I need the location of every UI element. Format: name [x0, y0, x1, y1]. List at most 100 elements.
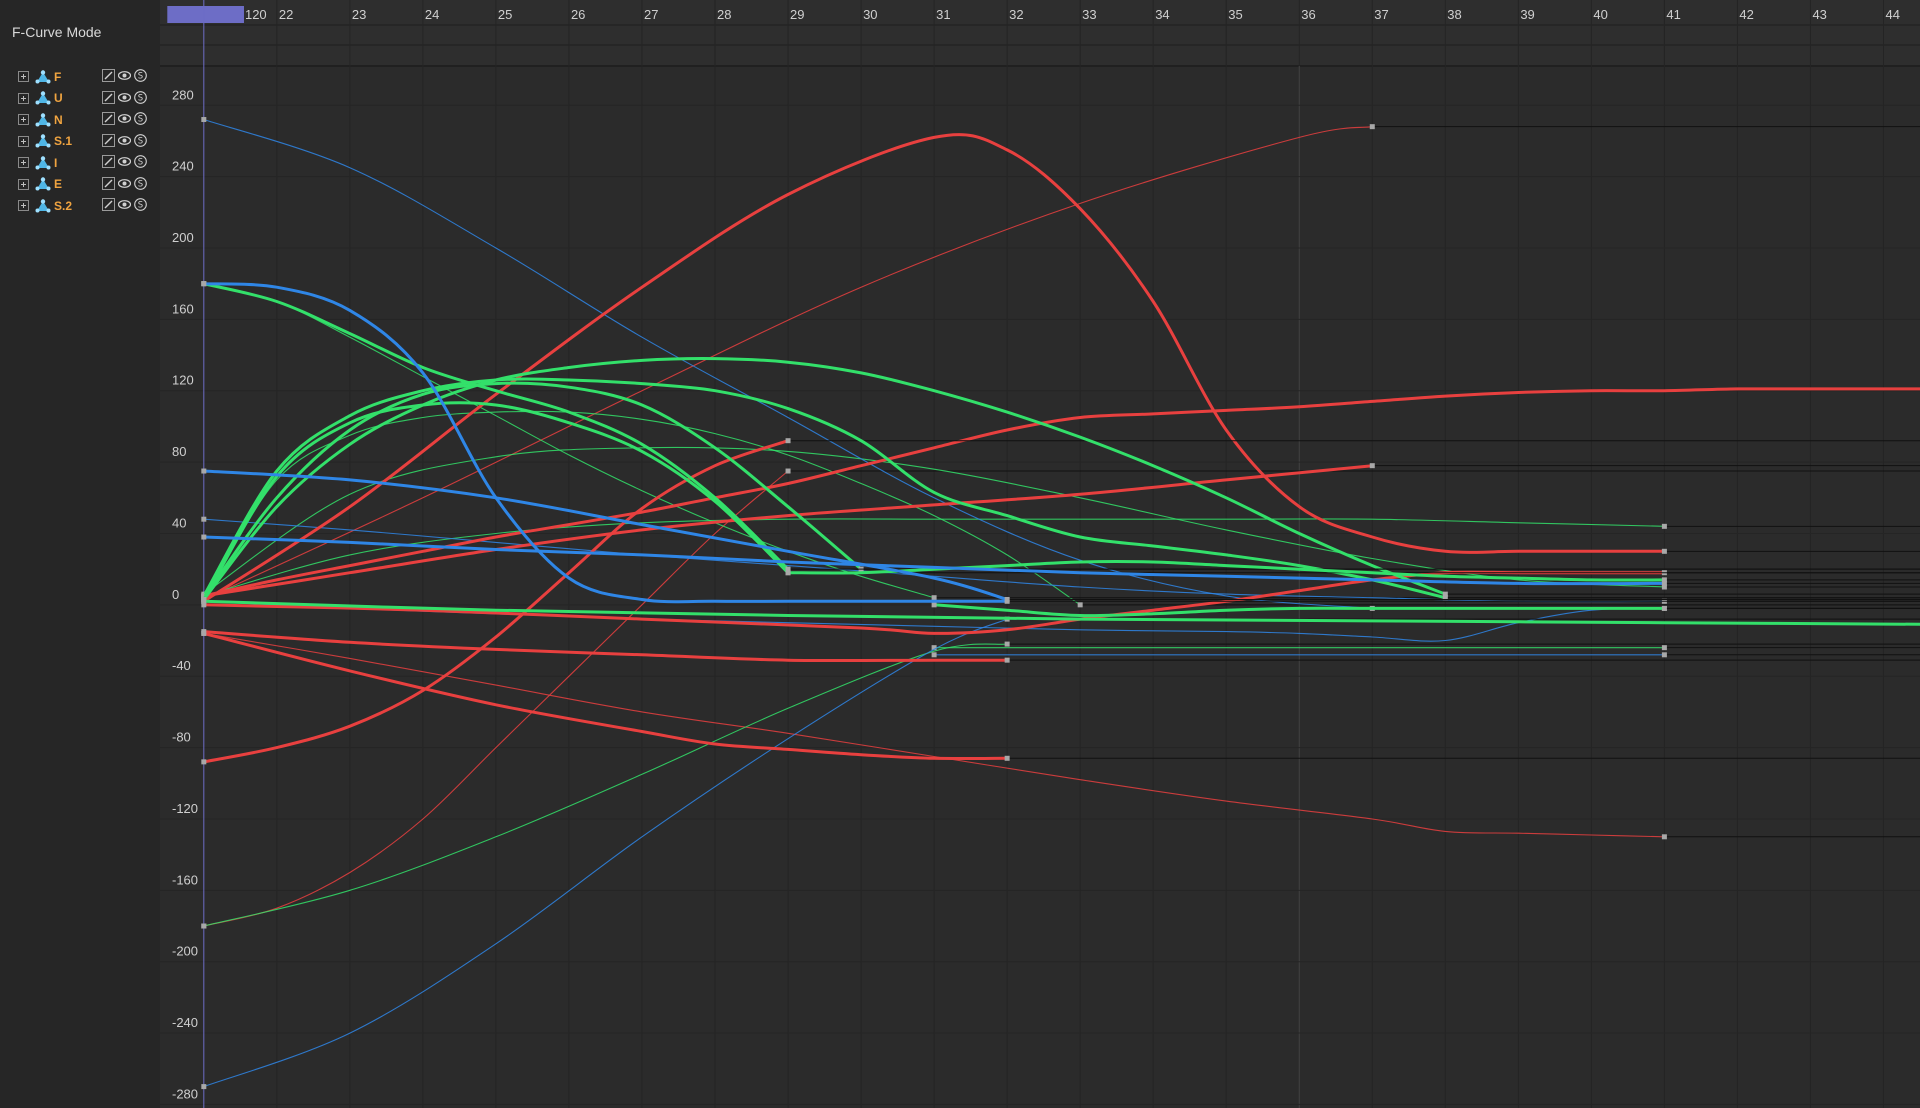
current-frame-highlight[interactable] — [167, 6, 244, 23]
keyframe-marker[interactable] — [1661, 652, 1667, 658]
keyframe-marker[interactable] — [931, 652, 937, 658]
x-tick-label: 36 — [1301, 7, 1315, 22]
object-tools: S — [102, 112, 147, 125]
current-frame-label: 120 — [245, 7, 267, 22]
keyframe-marker[interactable] — [785, 438, 791, 444]
visibility-eye-icon[interactable] — [118, 155, 131, 168]
y-tick-label: 120 — [172, 373, 194, 388]
keyframe-marker[interactable] — [201, 516, 207, 522]
keyframe-marker[interactable] — [1661, 580, 1667, 586]
edit-icon[interactable] — [102, 133, 115, 147]
expand-icon[interactable] — [18, 135, 29, 147]
keyframe-marker[interactable] — [931, 602, 937, 608]
keyframe-marker[interactable] — [1004, 755, 1010, 761]
keyframe-marker[interactable] — [1661, 548, 1667, 554]
y-tick-label: 280 — [172, 87, 194, 102]
joint-icon — [35, 177, 51, 191]
keyframe-marker[interactable] — [785, 570, 791, 576]
edit-icon[interactable] — [102, 155, 115, 168]
keyframe-marker[interactable] — [1004, 641, 1010, 647]
keyframe-marker[interactable] — [201, 923, 207, 929]
keyframe-marker[interactable] — [1661, 645, 1667, 651]
y-tick-label: -200 — [172, 944, 198, 959]
edit-icon[interactable] — [102, 176, 115, 190]
object-name: S.1 — [54, 134, 73, 149]
visibility-eye-icon[interactable] — [118, 112, 131, 125]
fcurve-graph[interactable]: 120 22 23 24 25 26 27 28 29 30 31 32 33 34 35 36 37 38 39 4… — [160, 0, 1920, 1108]
expand-icon[interactable] — [18, 157, 29, 169]
svg-text:S: S — [138, 179, 143, 189]
expand-icon[interactable] — [18, 114, 29, 126]
solo-icon[interactable]: S — [134, 133, 147, 147]
expand-icon[interactable] — [18, 92, 29, 104]
joint-icon — [35, 134, 51, 148]
keyframe-marker[interactable] — [201, 468, 207, 474]
keyframe-marker[interactable] — [201, 1084, 207, 1090]
keyframe-marker[interactable] — [1004, 657, 1010, 663]
x-tick-label: 32 — [1009, 7, 1023, 22]
joint-icon — [35, 199, 51, 213]
expand-icon[interactable] — [18, 178, 29, 190]
solo-icon[interactable]: S — [134, 112, 147, 125]
keyframe-marker[interactable] — [1661, 523, 1667, 529]
keyframe-marker[interactable] — [201, 534, 207, 540]
object-panel: F-Curve Mode F S U S N S S.1 S I S E S S.2 S — [0, 0, 160, 1108]
keyframe-marker[interactable] — [1004, 596, 1010, 602]
x-tick-label: 29 — [790, 7, 804, 22]
keyframe-marker[interactable] — [1369, 463, 1375, 469]
keyframe-marker[interactable] — [1369, 124, 1375, 130]
keyframe-marker[interactable] — [1077, 602, 1083, 608]
svg-text:S: S — [138, 115, 143, 125]
svg-text:S: S — [138, 201, 143, 211]
x-tick-label: 26 — [571, 7, 585, 22]
keyframe-marker[interactable] — [1661, 605, 1667, 611]
object-list: F S U S N S S.1 S I S E S S.2 S — [0, 66, 160, 217]
object-tools: S — [102, 133, 147, 147]
keyframe-marker[interactable] — [201, 759, 207, 765]
x-tick-label: 37 — [1374, 7, 1388, 22]
solo-icon[interactable]: S — [134, 69, 147, 82]
solo-icon[interactable]: S — [134, 176, 147, 190]
keyframe-marker[interactable] — [1442, 591, 1448, 597]
expand-icon[interactable] — [18, 200, 29, 212]
edit-icon[interactable] — [102, 198, 115, 211]
keyframe-marker[interactable] — [931, 595, 937, 601]
fcurve-canvas[interactable]: 120 22 23 24 25 26 27 28 29 30 31 32 33 34 35 36 37 38 39 4… — [160, 0, 1920, 1108]
keyframe-marker[interactable] — [785, 468, 791, 474]
solo-icon[interactable]: S — [134, 155, 147, 168]
object-row[interactable]: IS — [0, 152, 160, 174]
mode-title: F-Curve Mode — [12, 24, 102, 40]
graph-background — [160, 0, 1920, 1108]
edit-icon[interactable] — [102, 112, 115, 125]
visibility-eye-icon[interactable] — [118, 177, 131, 190]
object-row[interactable]: US — [0, 88, 160, 110]
x-tick-label: 33 — [1082, 7, 1096, 22]
object-tools: S — [102, 176, 147, 190]
joint-icon — [35, 91, 51, 105]
object-row[interactable]: S.1 S — [0, 131, 160, 153]
object-row[interactable]: FS — [0, 66, 160, 88]
visibility-eye-icon[interactable] — [118, 134, 131, 147]
keyframe-marker[interactable] — [201, 629, 207, 635]
object-row[interactable]: NS — [0, 109, 160, 131]
keyframe-marker[interactable] — [1661, 834, 1667, 840]
svg-text:S: S — [138, 72, 143, 82]
keyframe-marker[interactable] — [201, 281, 207, 287]
visibility-eye-icon[interactable] — [118, 198, 131, 211]
visibility-eye-icon[interactable] — [118, 69, 131, 82]
keyframe-marker[interactable] — [201, 117, 207, 123]
edit-icon[interactable] — [102, 90, 115, 104]
joint-icon — [35, 156, 51, 170]
visibility-eye-icon[interactable] — [118, 91, 131, 104]
x-tick-label: 39 — [1520, 7, 1534, 22]
solo-icon[interactable]: S — [134, 90, 147, 104]
object-row[interactable]: ES — [0, 174, 160, 196]
solo-icon[interactable]: S — [134, 198, 147, 211]
keyframe-marker[interactable] — [201, 598, 207, 604]
y-tick-label: -160 — [172, 872, 198, 887]
edit-icon[interactable] — [102, 69, 115, 82]
x-tick-label: 24 — [425, 7, 439, 22]
object-row[interactable]: S.2 S — [0, 195, 160, 217]
object-tools: S — [102, 69, 147, 82]
expand-icon[interactable] — [18, 71, 29, 83]
